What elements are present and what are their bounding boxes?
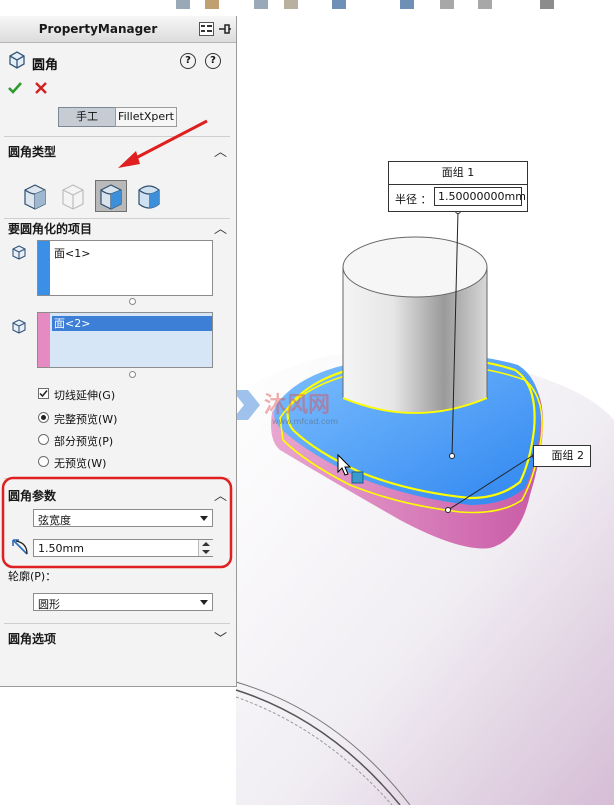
annotation-overlay [1,119,233,569]
